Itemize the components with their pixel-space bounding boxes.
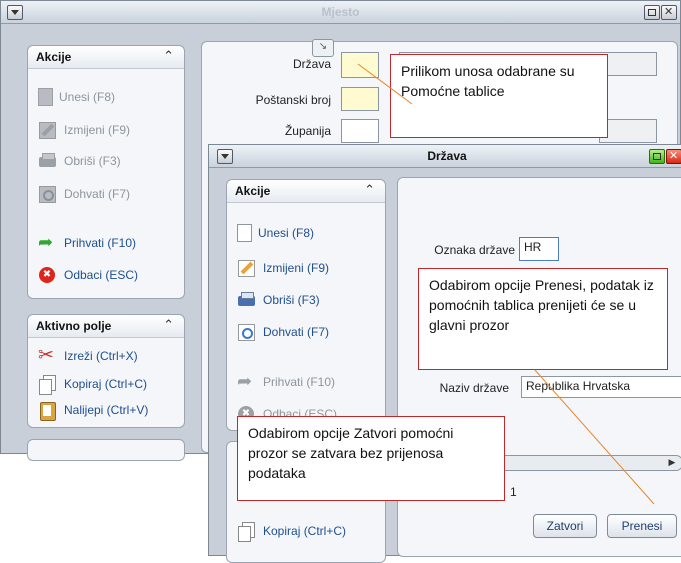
main-window-title: Mjesto: [321, 5, 360, 19]
new-document-icon: [38, 88, 53, 106]
drzava-label: Država: [292, 57, 331, 71]
dialog-unesi-action[interactable]: Unesi (F8): [237, 222, 314, 244]
dialog-copy-action[interactable]: Kopiraj (Ctrl+C): [237, 520, 346, 542]
dialog-prihvati-action: Prihvati (F10): [237, 371, 335, 393]
main-prihvati-action[interactable]: Prihvati (F10): [38, 232, 136, 254]
action-label: Unesi (F8): [59, 90, 116, 104]
postanski-broj-label: Poštanski broj: [255, 93, 331, 107]
collapse-chevron-icon[interactable]: ⌃: [163, 48, 174, 64]
action-label: Izmijeni (F9): [263, 261, 330, 275]
prenesi-button[interactable]: Prenesi: [607, 514, 677, 538]
naziv-drzave-label: Naziv države: [439, 381, 509, 395]
action-label: Dohvati (F7): [263, 325, 330, 339]
main-obrisi-action: Obriši (F3): [38, 150, 121, 172]
cancel-stop-icon: [38, 266, 58, 284]
search-icon: [237, 323, 257, 341]
scroll-right-arrow-icon[interactable]: ▶: [664, 457, 680, 467]
main-izmijeni-action: Izmijeni (F9): [38, 119, 130, 141]
dialog-title: Država: [427, 149, 467, 163]
action-label: Odbaci (ESC): [64, 268, 139, 282]
zupanija-label: Županija: [284, 124, 331, 138]
dialog-titlebar: Država: [209, 145, 681, 168]
action-label: Prihvati (F10): [263, 375, 336, 389]
main-window-titlebar: Mjesto: [1, 1, 680, 24]
dialog-izmijeni-action[interactable]: Izmijeni (F9): [237, 257, 329, 279]
collapsed-panel: [27, 439, 185, 461]
maximize-button[interactable]: [644, 5, 660, 20]
scissors-icon: [38, 344, 58, 367]
dialog-dohvati-action[interactable]: Dohvati (F7): [237, 321, 329, 343]
drzava-field[interactable]: [341, 52, 379, 78]
postanski-broj-field[interactable]: [341, 87, 379, 111]
zatvori-button[interactable]: Zatvori: [533, 514, 597, 538]
main-odbaci-action[interactable]: Odbaci (ESC): [38, 264, 138, 286]
naziv-drzave-field[interactable]: Republika Hrvatska: [521, 376, 681, 398]
active-field-title: Aktivno polje: [36, 319, 112, 333]
copy-action[interactable]: Kopiraj (Ctrl+C): [38, 373, 147, 395]
paste-action[interactable]: Nalijepi (Ctrl+V): [38, 399, 148, 421]
collapse-chevron-icon[interactable]: ⌃: [163, 317, 174, 333]
main-actions-title: Akcije: [36, 50, 72, 64]
dialog-actions-panel: Akcije ⌃ Unesi (F8) Izmijeni (F9) Obriši…: [226, 179, 386, 431]
dialog-maximize-button[interactable]: [649, 149, 665, 164]
main-actions-panel: Akcije ⌃ Unesi (F8) Izmijeni (F9) Obriši…: [27, 45, 185, 299]
active-field-panel: Aktivno polje ⌃ Izreži (Ctrl+X) Kopiraj …: [27, 314, 185, 428]
delete-printer-icon: [38, 152, 58, 170]
zupanija-field[interactable]: [341, 119, 379, 143]
main-actions-header[interactable]: Akcije ⌃: [28, 46, 184, 69]
action-label: Izmijeni (F9): [64, 123, 131, 137]
action-label: Obriši (F3): [263, 293, 320, 307]
accept-arrow-icon: [38, 232, 58, 253]
active-field-header[interactable]: Aktivno polje ⌃: [28, 315, 184, 338]
delete-printer-icon: [237, 291, 257, 309]
accept-arrow-icon: [237, 371, 257, 392]
horizontal-scrollbar[interactable]: ▶: [497, 455, 681, 471]
oznaka-drzave-label: Oznaka države: [434, 243, 515, 257]
callout-transfer: Odabirom opcije Prenesi, podatak iz pomo…: [418, 268, 668, 370]
callout-helper-tables: Prilikom unosa odabrane su Pomoćne tabli…: [390, 54, 608, 138]
action-label: Unesi (F8): [258, 226, 315, 240]
dialog-actions-title: Akcije: [235, 184, 271, 198]
edit-pencil-icon: [38, 121, 58, 139]
action-label: Dohvati (F7): [64, 187, 131, 201]
action-label: Izreži (Ctrl+X): [64, 349, 138, 363]
paste-icon: [38, 401, 58, 421]
action-label: Kopiraj (Ctrl+C): [64, 377, 148, 391]
close-button[interactable]: [661, 5, 677, 20]
new-document-icon: [237, 224, 252, 242]
search-icon: [38, 185, 58, 203]
main-dohvati-action: Dohvati (F7): [38, 183, 130, 205]
action-label: Kopiraj (Ctrl+C): [263, 524, 347, 538]
action-label: Prihvati (F10): [64, 236, 137, 250]
copy-icon: [38, 375, 58, 395]
edit-pencil-icon: [237, 259, 257, 277]
copy-icon: [237, 522, 257, 542]
action-label: Nalijepi (Ctrl+V): [64, 403, 149, 417]
callout-close: Odabirom opcije Zatvori pomoćni prozor s…: [237, 416, 505, 501]
dialog-close-button[interactable]: [666, 149, 681, 164]
main-unesi-action: Unesi (F8): [38, 86, 115, 108]
dialog-obrisi-action[interactable]: Obriši (F3): [237, 289, 320, 311]
cut-action[interactable]: Izreži (Ctrl+X): [38, 344, 138, 367]
collapse-chevron-icon[interactable]: ⌃: [364, 182, 375, 198]
oznaka-drzave-field[interactable]: HR: [519, 237, 559, 261]
dialog-actions-header[interactable]: Akcije ⌃: [227, 180, 385, 203]
page-number: 1: [510, 485, 517, 499]
lookup-corner-icon[interactable]: ↘: [312, 39, 334, 57]
action-label: Obriši (F3): [64, 154, 121, 168]
